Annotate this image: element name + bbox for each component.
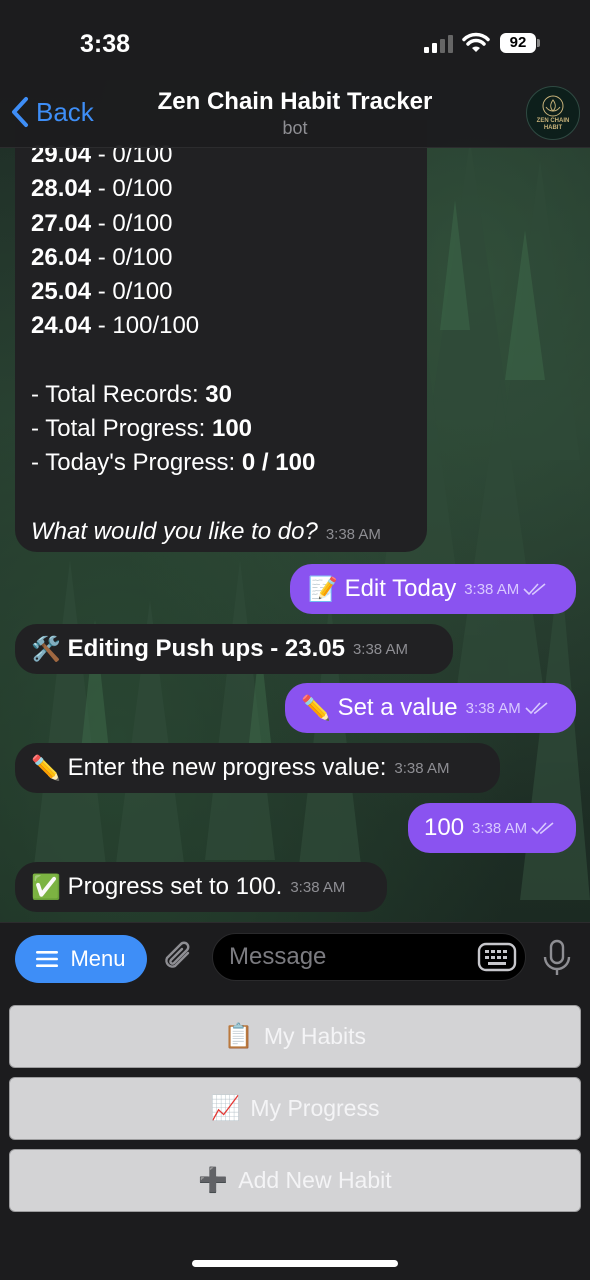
memo-icon: 📝 xyxy=(308,575,338,603)
chat-header: Back Zen Chain Habit Tracker bot ZEN CHA… xyxy=(0,80,590,148)
avatar-logo-text: ZEN CHAIN HABIT xyxy=(536,117,570,131)
chat-title-area[interactable]: Zen Chain Habit Tracker bot xyxy=(110,88,480,139)
status-time: 3:38 xyxy=(80,30,131,58)
total-records-line: - Total Records: 30 xyxy=(31,380,232,408)
status-bar: 3:38 92 xyxy=(0,0,590,80)
back-button[interactable]: Back xyxy=(10,96,94,128)
message-time: 3:38 AM xyxy=(472,819,528,837)
clipboard-icon: 📋 xyxy=(223,1023,254,1050)
menu-button[interactable]: Menu xyxy=(15,935,147,983)
button-label: My Progress xyxy=(250,1095,380,1121)
chart-increasing-icon: 📈 xyxy=(210,1095,241,1122)
outgoing-message: 📝 Edit Today 3:38 AM xyxy=(290,564,576,614)
paperclip-icon xyxy=(165,941,190,968)
button-label: My Habits xyxy=(263,1023,367,1049)
lotus-logo-icon xyxy=(542,95,564,116)
pencil-icon: ✏️ xyxy=(31,754,61,782)
back-label: Back xyxy=(36,96,94,127)
wifi-icon xyxy=(462,32,490,59)
outgoing-message: ✏️ Set a value 3:38 AM xyxy=(285,683,576,733)
question-line: What would you like to do? 3:38 AM xyxy=(31,517,381,545)
add-new-habit-button[interactable]: ➕ Add New Habit xyxy=(9,1149,581,1212)
my-progress-button[interactable]: 📈 My Progress xyxy=(9,1077,581,1140)
message-time: 3:38 AM xyxy=(465,699,521,717)
keyboard-icon xyxy=(477,942,517,972)
outgoing-message: 100 3:38 AM xyxy=(408,803,576,853)
hammer-wrench-icon: 🛠️ xyxy=(31,635,61,663)
battery-tip xyxy=(537,39,540,47)
message-time: 3:38 AM xyxy=(352,640,408,658)
record-line: 26.04 - 0/100 xyxy=(31,243,173,271)
read-checkmarks-icon xyxy=(523,583,546,596)
menu-label: Menu xyxy=(70,946,126,971)
message-time: 3:38 AM xyxy=(325,525,381,543)
total-progress-line: - Total Progress: 100 xyxy=(31,415,253,443)
button-label: Add New Habit xyxy=(238,1167,392,1193)
bot-avatar[interactable]: ZEN CHAIN HABIT xyxy=(526,86,580,140)
message-time: 3:38 AM xyxy=(290,878,346,896)
incoming-message: 🛠️ Editing Push ups - 23.05 3:38 AM xyxy=(15,624,453,674)
read-checkmarks-icon xyxy=(531,822,554,835)
incoming-message: ✅ Progress set to 100. 3:38 AM xyxy=(15,862,387,912)
attach-button[interactable] xyxy=(162,939,196,980)
home-indicator[interactable] xyxy=(192,1260,398,1267)
pencil-icon: ✏️ xyxy=(301,694,331,722)
record-line: 24.04 - 100/100 xyxy=(31,312,200,340)
message-time: 3:38 AM xyxy=(394,759,450,777)
microphone-icon xyxy=(543,939,571,975)
record-line: 27.04 - 0/100 xyxy=(31,209,173,237)
message-input-bar: Menu xyxy=(0,922,590,990)
battery-icon: 92 xyxy=(500,33,536,53)
read-checkmarks-icon xyxy=(525,702,548,715)
voice-record-button[interactable] xyxy=(542,939,572,982)
record-line: 28.04 - 0/100 xyxy=(31,175,173,203)
record-line: 25.04 - 0/100 xyxy=(31,278,173,306)
plus-icon: ➕ xyxy=(198,1167,229,1194)
incoming-message: ✏️ Enter the new progress value: 3:38 AM xyxy=(15,743,500,793)
my-habits-button[interactable]: 📋 My Habits xyxy=(9,1005,581,1068)
message-field[interactable] xyxy=(212,933,526,981)
message-input[interactable] xyxy=(229,934,469,980)
chat-title: Zen Chain Habit Tracker xyxy=(157,88,433,115)
hamburger-icon xyxy=(36,951,59,967)
chevron-left-icon xyxy=(12,97,28,127)
check-mark-icon: ✅ xyxy=(31,873,61,901)
keyboard-toggle-button[interactable] xyxy=(477,942,517,977)
today-progress-line: - Today's Progress: 0 / 100 xyxy=(31,449,316,477)
chat-subtitle: bot xyxy=(282,118,308,138)
message-time: 3:38 AM xyxy=(464,580,520,598)
cellular-signal-icon xyxy=(424,35,453,53)
stats-message: 29.04 - 0/100 28.04 - 0/100 27.04 - 0/10… xyxy=(15,120,427,552)
